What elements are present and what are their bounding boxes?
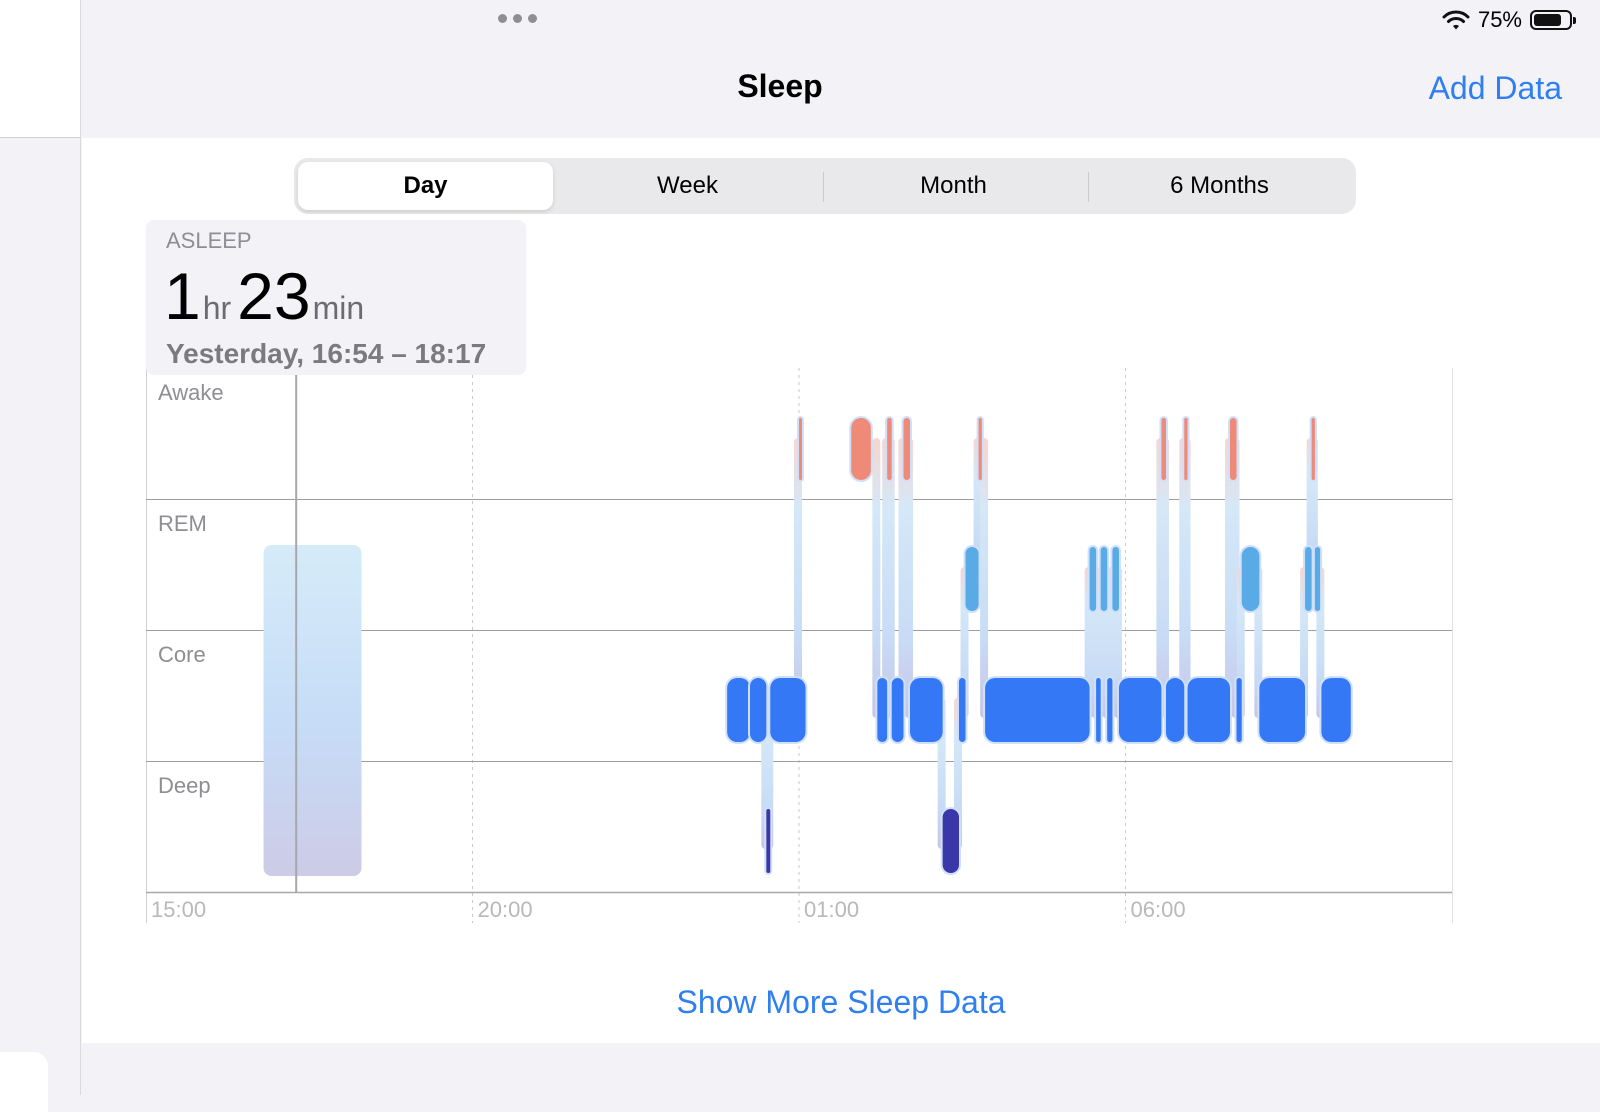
show-more-sleep-data-link[interactable]: Show More Sleep Data [82,984,1600,1021]
segment-divider [1088,172,1089,202]
sleep-stage-chart[interactable]: Awake REM Core Deep 15:00 20:00 01:00 06:00 [82,368,1600,1028]
stage-bar-rem [1314,547,1321,611]
stage-bar-core [877,678,888,742]
stage-bar-deep [942,809,959,873]
stage-bar-core [1118,678,1162,742]
stage-bar-rem [1305,547,1312,611]
stage-bar-rem [1241,547,1260,611]
stage-bar-awake [978,418,982,480]
stage-label-rem: REM [158,511,207,536]
stage-bar-core [985,678,1090,742]
segment-week[interactable]: Week [560,162,815,210]
duration-minutes-unit: min [312,290,365,326]
segment-month[interactable]: Month [826,162,1081,210]
segment-day[interactable]: Day [298,162,553,210]
duration-minutes: 23 [237,259,311,333]
stage-label-core: Core [158,642,206,667]
stage-bar-core [1236,678,1242,742]
range-segmented-control: Day Week Month 6 Months [294,158,1356,214]
page-title: Sleep [737,68,823,104]
stage-bar-core [910,678,943,742]
summary-time-range: Yesterday, 16:54 – 18:17 [166,338,487,369]
selection-highlight [263,545,362,876]
x-tick-label: 15:00 [151,897,206,922]
summary-label: ASLEEP [166,228,252,253]
sleep-card: Day Week Month 6 Months Awake REM Core Deep… [82,138,1600,1043]
asleep-duration: 1hr23min [164,258,370,333]
status-bar: 75% [1442,6,1576,34]
multitasking-dots-icon[interactable] [498,14,537,23]
asleep-summary: ASLEEP 1hr23min Yesterday, 16:54 – 18:17 [146,220,526,375]
segment-6-months[interactable]: 6 Months [1092,162,1347,210]
stage-bar-awake [887,418,892,480]
x-tick-label: 01:00 [804,897,859,922]
stage-bar-core [958,678,966,742]
duration-hours-unit: hr [202,290,232,326]
stage-bar-core [1187,678,1230,742]
sidebar-header [0,0,80,138]
stage-transition [872,438,881,718]
stage-bar-core [750,678,767,742]
stage-bar-awake [903,418,911,480]
sidebar-pane [0,0,81,1112]
stage-bar-rem [1100,547,1108,611]
stage-bar-rem [1089,547,1097,611]
duration-hours: 1 [164,259,201,333]
stage-bar-core [1107,678,1113,742]
x-tick-label: 20:00 [478,897,533,922]
x-tick-label: 06:00 [1131,897,1186,922]
stage-label-deep: Deep [158,773,211,798]
stage-bar-core [1321,678,1351,742]
stage-bar-awake [1184,418,1188,480]
wifi-icon [1442,10,1470,30]
sidebar-card[interactable] [0,1052,48,1112]
stage-bar-awake [1161,418,1166,480]
stage-bar-core [1259,678,1306,742]
stage-bar-deep [766,809,771,873]
add-data-button[interactable]: Add Data [1429,70,1562,107]
stage-bar-awake [1311,418,1315,480]
battery-icon [1530,10,1576,30]
stage-bar-awake [851,418,871,480]
stage-bar-rem [965,547,979,611]
battery-percent: 75% [1477,7,1522,32]
stage-bar-rem [1112,547,1119,611]
stage-label-awake: Awake [158,380,224,405]
stage-bar-core [891,678,904,742]
stage-bar-core [770,678,806,742]
stage-bar-awake [799,418,802,480]
stage-bar-core [1096,678,1101,742]
segment-divider [823,172,824,202]
stage-bar-core [1165,678,1185,742]
stage-bar-awake [1229,418,1237,480]
stage-bar-core [727,678,751,742]
